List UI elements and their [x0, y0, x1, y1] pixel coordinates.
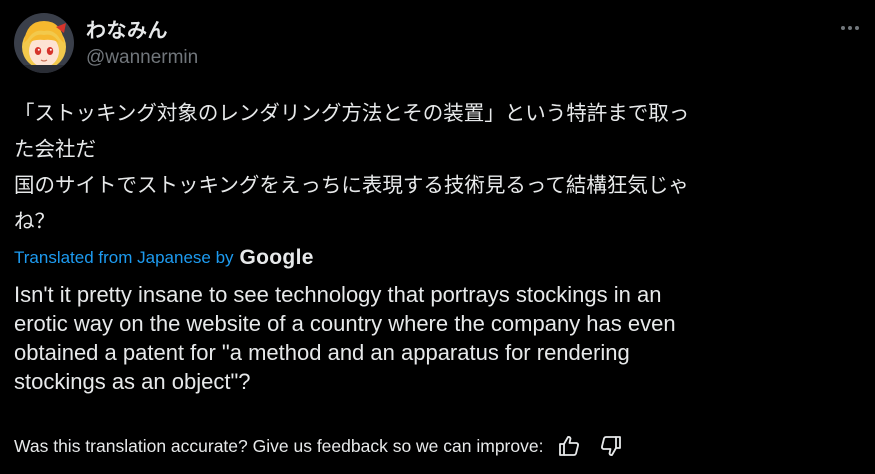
more-horizontal-icon: [841, 26, 845, 30]
avatar-anime-girl-icon: [14, 13, 74, 73]
original-text-line: た会社だ: [14, 137, 96, 161]
translated-text-line: obtained a patent for "a method and an a…: [14, 340, 630, 365]
author-handle[interactable]: @wannermin: [86, 47, 198, 69]
thumbs-down-icon: [601, 436, 622, 456]
translation-attribution: Translated from Japanese by Google: [14, 244, 314, 272]
original-text-line: ね？: [14, 209, 55, 233]
original-text-line: 国のサイトでストッキングをえっちに表現する技術見るって結構狂気じゃ: [14, 173, 689, 197]
thumbs-down-button[interactable]: [595, 430, 627, 462]
more-options-button[interactable]: [834, 14, 866, 42]
more-dot: [855, 26, 859, 30]
original-post-text: 「ストッキング対象のレンダリング方法とその装置」という特許まで取っ た会社だ 国…: [14, 95, 864, 239]
translated-text: Isn't it pretty insane to see technology…: [14, 280, 864, 396]
translated-text-line: erotic way on the website of a country w…: [14, 311, 676, 336]
translated-text-line: stockings as an object"?: [14, 369, 251, 394]
translated-from-label[interactable]: Translated from Japanese by: [14, 248, 234, 268]
thumbs-up-button[interactable]: [553, 430, 585, 462]
avatar[interactable]: [14, 13, 74, 73]
feedback-prompt: Was this translation accurate? Give us f…: [14, 435, 544, 456]
thumbs-up-icon: [559, 436, 580, 456]
google-logo: Google: [239, 246, 314, 269]
author-display-name[interactable]: わなみん: [86, 14, 168, 43]
more-dot: [848, 26, 852, 30]
translation-feedback: Was this translation accurate? Give us f…: [14, 430, 627, 462]
translated-text-line: Isn't it pretty insane to see technology…: [14, 282, 662, 307]
original-text-line: 「ストッキング対象のレンダリング方法とその装置」という特許まで取っ: [14, 101, 690, 125]
